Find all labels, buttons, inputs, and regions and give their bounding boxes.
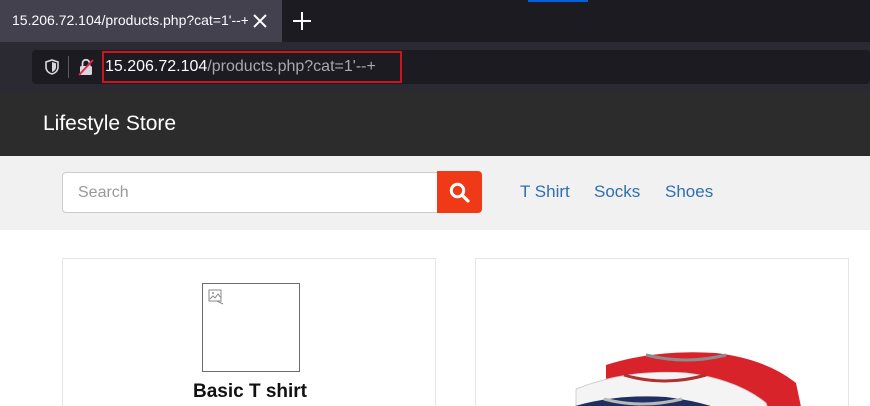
plus-icon[interactable]	[290, 9, 314, 33]
url-bar[interactable]: 15.206.72.104/products.php?cat=1'--+	[32, 50, 870, 84]
browser-toolbar: 15.206.72.104/products.php?cat=1'--+	[0, 42, 870, 92]
search-icon	[449, 182, 470, 203]
broken-image-icon	[202, 283, 300, 372]
search-button[interactable]	[437, 171, 482, 213]
tab-accent-line	[528, 0, 588, 2]
category-link-shoes[interactable]: Shoes	[665, 182, 713, 202]
product-card[interactable]: Basic T shirt	[62, 258, 436, 406]
browser-tab-bar: 15.206.72.104/products.php?cat=1'--+	[0, 0, 870, 42]
close-icon[interactable]	[250, 11, 270, 31]
tshirts-image[interactable]	[536, 341, 816, 406]
search-section: T Shirt Socks Shoes	[0, 156, 870, 230]
category-link-tshirt[interactable]: T Shirt	[520, 182, 570, 202]
shield-icon[interactable]	[44, 59, 60, 75]
site-header: Lifestyle Store	[0, 92, 870, 156]
tab-title: 15.206.72.104/products.php?cat=1'--+	[12, 12, 248, 28]
insecure-lock-icon[interactable]	[78, 58, 94, 76]
category-link-socks[interactable]: Socks	[594, 182, 640, 202]
product-name[interactable]: Basic T shirt	[63, 381, 437, 403]
url-path: /products.php?cat=1'--+	[207, 58, 376, 75]
url-host: 15.206.72.104	[105, 58, 208, 75]
site-brand[interactable]: Lifestyle Store	[43, 112, 176, 136]
search-input[interactable]	[62, 172, 438, 213]
url-separator	[68, 56, 69, 78]
url-text[interactable]: 15.206.72.104/products.php?cat=1'--+	[105, 58, 376, 76]
browser-tab[interactable]: 15.206.72.104/products.php?cat=1'--+	[0, 0, 282, 42]
product-card[interactable]	[475, 258, 849, 406]
